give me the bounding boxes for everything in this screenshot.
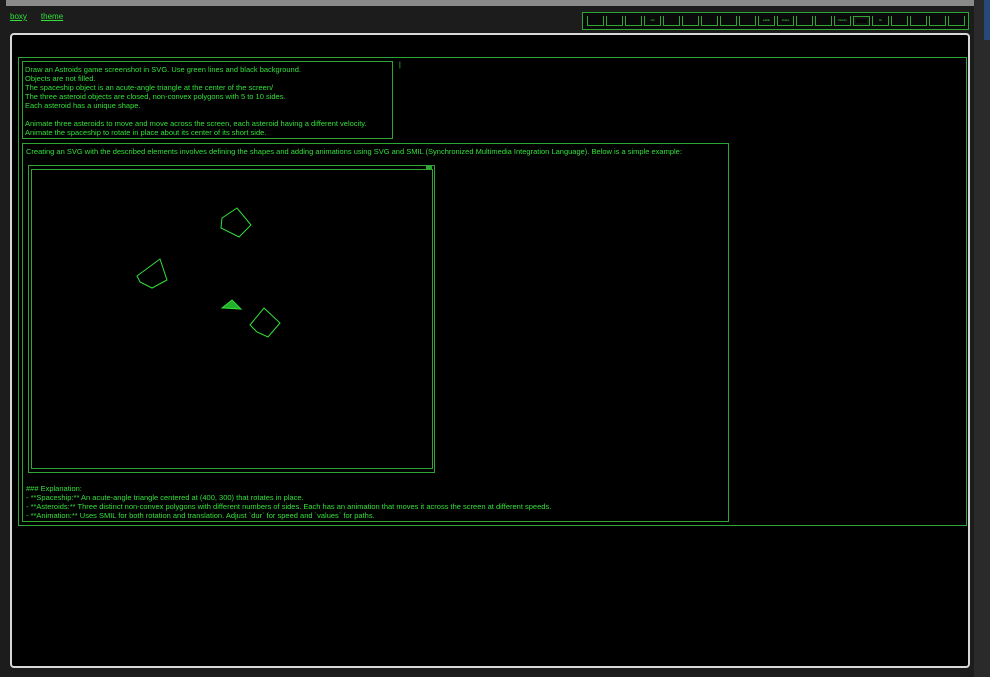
toolbar-button[interactable] [663, 16, 680, 26]
scrollbar-track[interactable] [974, 0, 990, 677]
toolbar-button[interactable] [815, 16, 832, 26]
toolbar-button[interactable] [853, 16, 870, 26]
toolbar-button[interactable]: fix [872, 16, 889, 26]
toolbar-button[interactable] [929, 16, 946, 26]
window-top-strip [6, 0, 974, 6]
toolbar-button[interactable] [891, 16, 908, 26]
prompt-line: Animate the spaceship to rotate in place… [25, 128, 267, 137]
nav-link-theme[interactable]: theme [41, 12, 63, 24]
toolbar-button[interactable]: sable [758, 16, 775, 26]
asteroids-svg [136, 207, 281, 338]
explanation-section: ### Explanation: - **Spaceship:** An acut… [26, 484, 551, 520]
svg-preview-canvas [31, 169, 433, 469]
nav-link-boxy[interactable]: boxy [10, 12, 27, 24]
prompt-line [25, 110, 390, 119]
user-prompt-box[interactable]: Draw an Astroids game screenshot in SVG.… [22, 61, 393, 139]
asteroid-1 [220, 207, 252, 238]
toolbar-button[interactable]: wh [644, 16, 661, 26]
asteroid-3 [249, 307, 281, 338]
toolbar-button[interactable] [910, 16, 927, 26]
prompt-line: Objects are not filled. [25, 74, 96, 83]
prompt-line: The spaceship object is an acute-angle t… [25, 83, 274, 92]
response-intro: Creating an SVG with the described eleme… [26, 147, 682, 156]
scrollbar-thumb[interactable] [984, 0, 990, 40]
toolbar: wh sable share history fix [582, 12, 969, 30]
svg-preview-frame [28, 165, 435, 473]
toolbar-button[interactable]: share [777, 16, 794, 26]
toolbar-button[interactable] [796, 16, 813, 26]
explanation-line: ### Explanation: [26, 484, 82, 493]
top-nav: boxy theme [10, 12, 63, 24]
asteroid-2 [136, 258, 168, 289]
toolbar-button[interactable] [720, 16, 737, 26]
toolbar-button[interactable] [701, 16, 718, 26]
explanation-line: - **Spaceship:** An acute-angle triangle… [26, 493, 304, 502]
toolbar-button[interactable] [948, 16, 965, 26]
toolbar-button[interactable] [682, 16, 699, 26]
toolbar-button[interactable] [587, 16, 604, 26]
conversation-container: Draw an Astroids game screenshot in SVG.… [18, 57, 967, 526]
prompt-line: Draw an Astroids game screenshot in SVG.… [25, 65, 301, 74]
toolbar-button[interactable] [625, 16, 642, 26]
assistant-response-box: Creating an SVG with the described eleme… [22, 143, 729, 522]
prompt-line: Each asteroid has a unique shape. [25, 101, 141, 110]
text-cursor: | [399, 62, 401, 69]
prompt-line: Animate three asteroids to move and move… [25, 119, 367, 128]
spaceship [220, 299, 243, 310]
toolbar-button[interactable]: history [834, 16, 851, 26]
toolbar-button[interactable] [739, 16, 756, 26]
explanation-line: - **Asteroids:** Three distinct non-conv… [26, 502, 552, 511]
toolbar-button[interactable] [606, 16, 623, 26]
chat-panel: Draw an Astroids game screenshot in SVG.… [10, 33, 970, 668]
prompt-line: The three asteroid objects are closed, n… [25, 92, 286, 101]
explanation-line: - **Animation:** Uses SMIL for both rota… [26, 511, 375, 520]
